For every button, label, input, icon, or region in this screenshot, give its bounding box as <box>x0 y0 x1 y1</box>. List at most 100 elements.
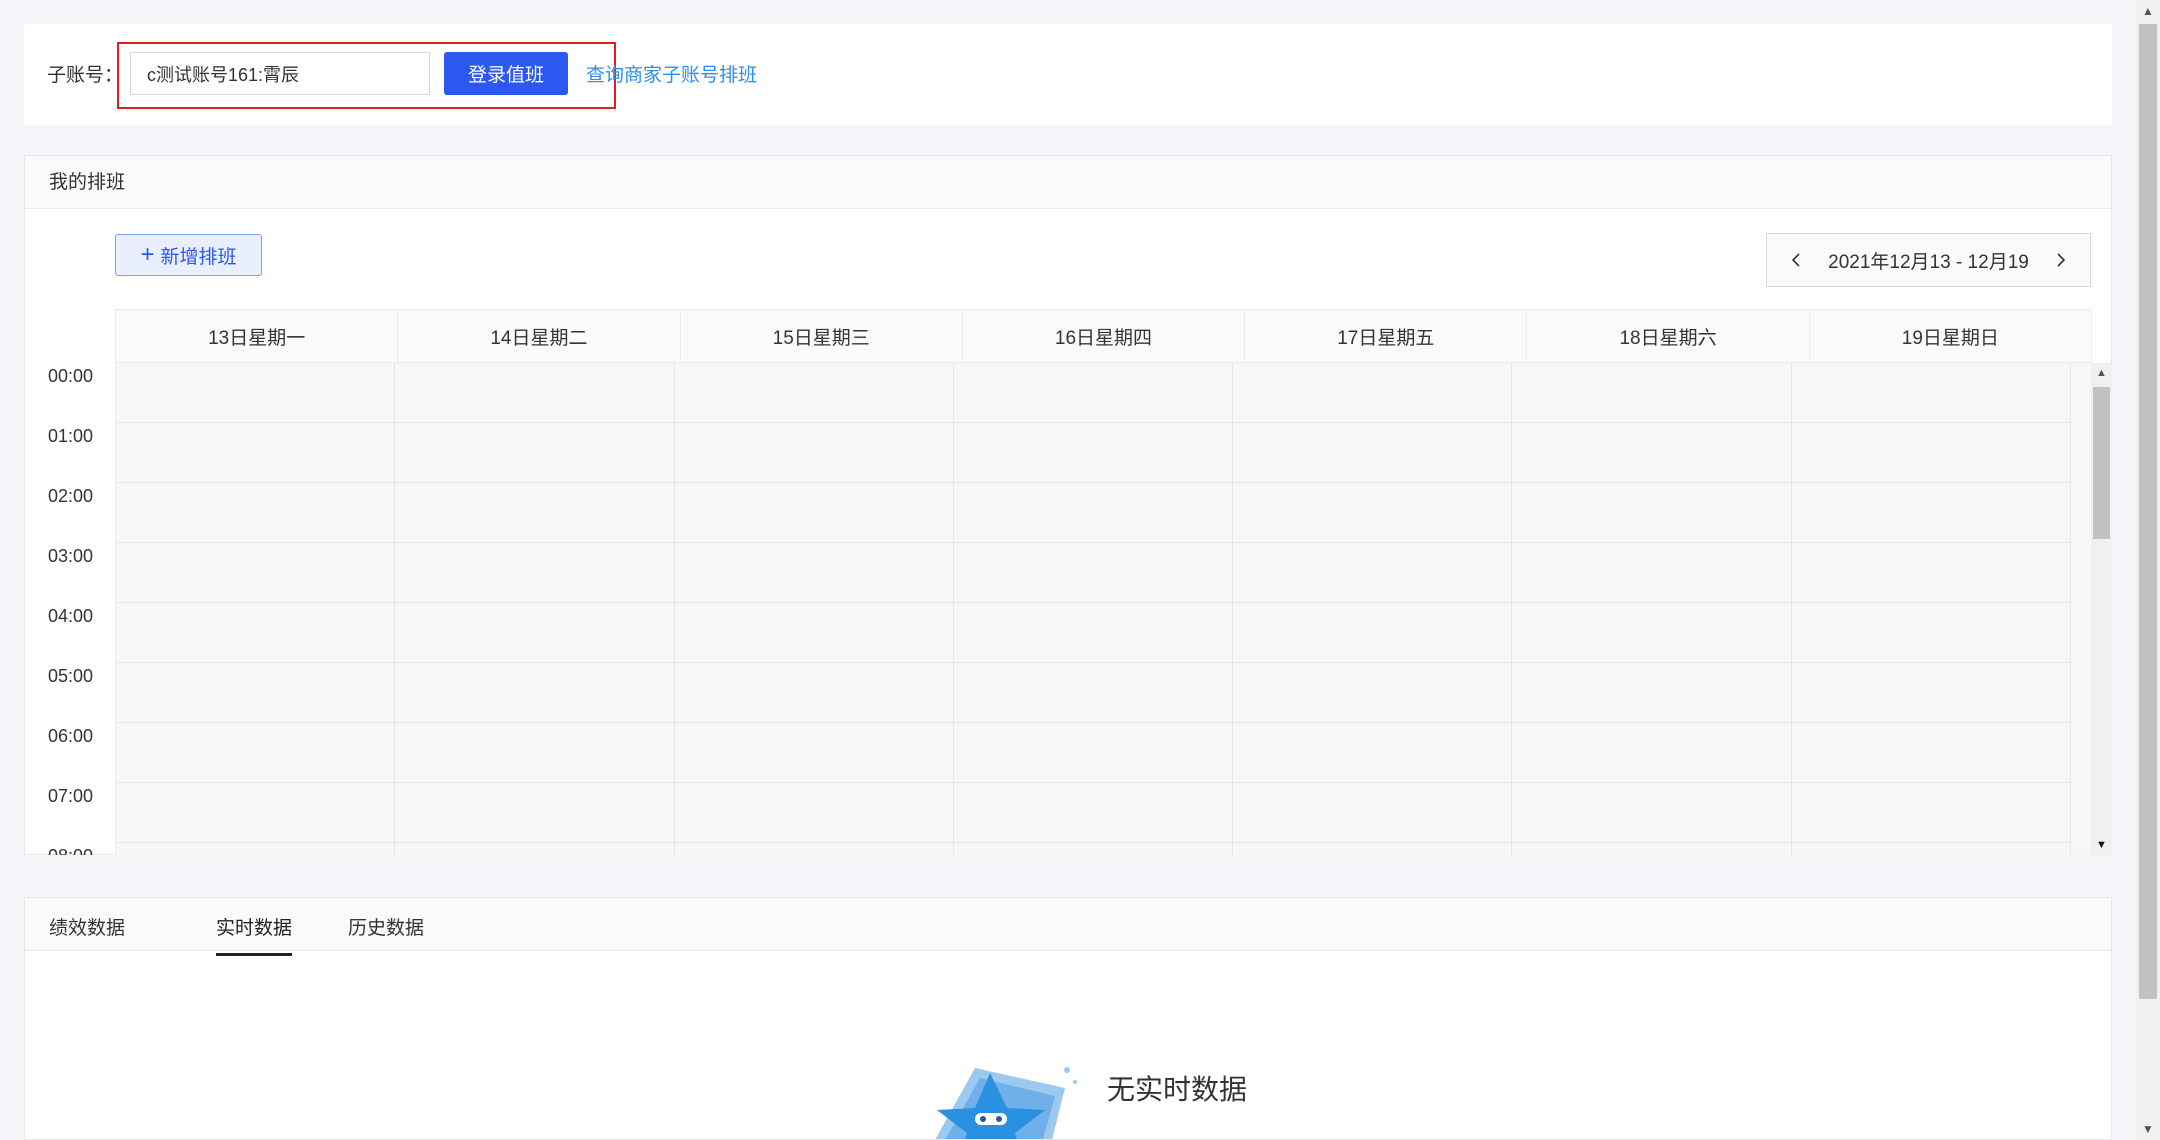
schedule-cell[interactable] <box>954 363 1234 422</box>
schedule-cell[interactable] <box>116 843 396 855</box>
account-bar: 子账号： 登录值班 查询商家子账号排班 <box>24 24 2112 125</box>
schedule-cell[interactable] <box>954 423 1234 482</box>
schedule-cell[interactable] <box>116 423 396 482</box>
schedule-cell[interactable] <box>116 723 396 782</box>
schedule-cell[interactable] <box>1512 783 1792 842</box>
schedule-cell[interactable] <box>675 843 954 855</box>
schedule-cell[interactable] <box>116 363 396 422</box>
schedule-cell[interactable] <box>954 843 1234 855</box>
time-label: 00:00 <box>48 366 94 386</box>
schedule-cell[interactable] <box>1233 483 1513 542</box>
schedule-cell[interactable] <box>395 543 675 602</box>
scroll-up-icon[interactable]: ▲ <box>2091 363 2112 383</box>
query-schedule-link[interactable]: 查询商家子账号排班 <box>586 60 757 87</box>
schedule-cell[interactable] <box>675 783 954 842</box>
page-scroll-thumb[interactable] <box>2139 24 2157 999</box>
schedule-cell[interactable] <box>1512 423 1792 482</box>
schedule-cell[interactable] <box>395 423 675 482</box>
page-scrollbar[interactable]: ▲ ▼ <box>2136 0 2160 1140</box>
prev-week-icon[interactable] <box>1785 248 1809 272</box>
schedule-cell[interactable] <box>954 483 1234 542</box>
schedule-cell[interactable] <box>954 543 1234 602</box>
empty-state-text: 无实时数据 <box>1107 1074 1248 1105</box>
schedule-cell[interactable] <box>954 663 1234 722</box>
schedule-cell[interactable] <box>395 483 675 542</box>
schedule-cell[interactable] <box>1792 363 2071 422</box>
scroll-thumb[interactable] <box>2093 387 2110 539</box>
account-label: 子账号： <box>47 65 124 86</box>
day-header: 16日星期四 <box>963 310 1246 362</box>
schedule-cell[interactable] <box>954 603 1234 662</box>
week-navigator: 2021年12月13 - 12月19 <box>1766 233 2091 287</box>
schedule-cell[interactable] <box>675 603 954 662</box>
grid-row <box>116 543 2071 603</box>
schedule-cell[interactable] <box>116 663 396 722</box>
schedule-cell[interactable] <box>116 603 396 662</box>
page-scroll-down-icon[interactable]: ▼ <box>2136 1118 2160 1140</box>
schedule-cell[interactable] <box>395 783 675 842</box>
schedule-cell[interactable] <box>1233 603 1513 662</box>
schedule-cell[interactable] <box>1792 843 2071 855</box>
schedule-cell[interactable] <box>1512 483 1792 542</box>
schedule-cell[interactable] <box>1792 483 2071 542</box>
grid-row <box>116 843 2071 855</box>
performance-header: 绩效数据 实时数据 历史数据 <box>25 898 2111 956</box>
schedule-cell[interactable] <box>675 663 954 722</box>
schedule-cell[interactable] <box>1792 783 2071 842</box>
schedule-cell[interactable] <box>954 783 1234 842</box>
next-week-icon[interactable] <box>2048 248 2072 272</box>
schedule-cell[interactable] <box>1792 723 2071 782</box>
schedule-cell[interactable] <box>1792 603 2071 662</box>
time-label: 08:00 <box>48 846 93 855</box>
schedule-cell[interactable] <box>1233 423 1513 482</box>
account-input[interactable] <box>130 52 430 95</box>
schedule-cell[interactable] <box>1792 423 2071 482</box>
schedule-cell[interactable] <box>116 783 396 842</box>
add-schedule-button[interactable]: + 新增排班 <box>115 234 262 276</box>
schedule-scrollbar[interactable]: ▲ ▼ <box>2091 363 2112 855</box>
schedule-cell[interactable] <box>675 483 954 542</box>
schedule-cell[interactable] <box>395 843 675 855</box>
schedule-cell[interactable] <box>1233 663 1513 722</box>
grid-row <box>116 483 2071 543</box>
schedule-cell[interactable] <box>1512 723 1792 782</box>
grid-row <box>116 783 2071 843</box>
page-scroll-up-icon[interactable]: ▲ <box>2136 0 2160 22</box>
schedule-cell[interactable] <box>675 543 954 602</box>
schedule-cell[interactable] <box>395 663 675 722</box>
schedule-cell[interactable] <box>1512 543 1792 602</box>
add-schedule-label: 新增排班 <box>160 246 237 268</box>
schedule-cell[interactable] <box>395 723 675 782</box>
schedule-cell[interactable] <box>116 543 396 602</box>
schedule-cell[interactable] <box>395 603 675 662</box>
scroll-down-icon[interactable]: ▼ <box>2091 835 2112 855</box>
schedule-cell[interactable] <box>116 483 396 542</box>
schedule-cell[interactable] <box>1512 663 1792 722</box>
plus-icon: + <box>140 241 155 268</box>
schedule-cell[interactable] <box>1233 783 1513 842</box>
schedule-title: 我的排班 <box>25 156 2111 209</box>
day-header: 19日星期日 <box>1901 327 1999 349</box>
tab-realtime[interactable]: 实时数据 <box>216 913 293 956</box>
schedule-cell[interactable] <box>954 723 1234 782</box>
schedule-cell[interactable] <box>1233 723 1513 782</box>
day-header: 18日星期六 <box>1527 310 1810 362</box>
schedule-cell[interactable] <box>1792 543 2071 602</box>
tab-history[interactable]: 历史数据 <box>348 913 424 953</box>
schedule-cell[interactable] <box>1233 843 1513 855</box>
schedule-cell[interactable] <box>675 363 954 422</box>
schedule-cell[interactable] <box>1512 363 1792 422</box>
schedule-cell[interactable] <box>1233 363 1513 422</box>
schedule-cell[interactable] <box>1233 543 1513 602</box>
schedule-cell[interactable] <box>395 363 675 422</box>
schedule-cell[interactable] <box>675 423 954 482</box>
time-label: 01:00 <box>48 426 94 446</box>
schedule-cell[interactable] <box>1792 663 2071 722</box>
time-label: 06:00 <box>48 726 94 746</box>
schedule-cell[interactable] <box>1512 603 1792 662</box>
grid-row <box>116 423 2071 483</box>
schedule-cell[interactable] <box>675 723 954 782</box>
login-duty-button[interactable]: 登录值班 <box>444 52 568 95</box>
schedule-card: 我的排班 + 新增排班 2021年12月13 - 12月19 13日星期一 14… <box>24 155 2112 855</box>
schedule-cell[interactable] <box>1512 843 1792 855</box>
